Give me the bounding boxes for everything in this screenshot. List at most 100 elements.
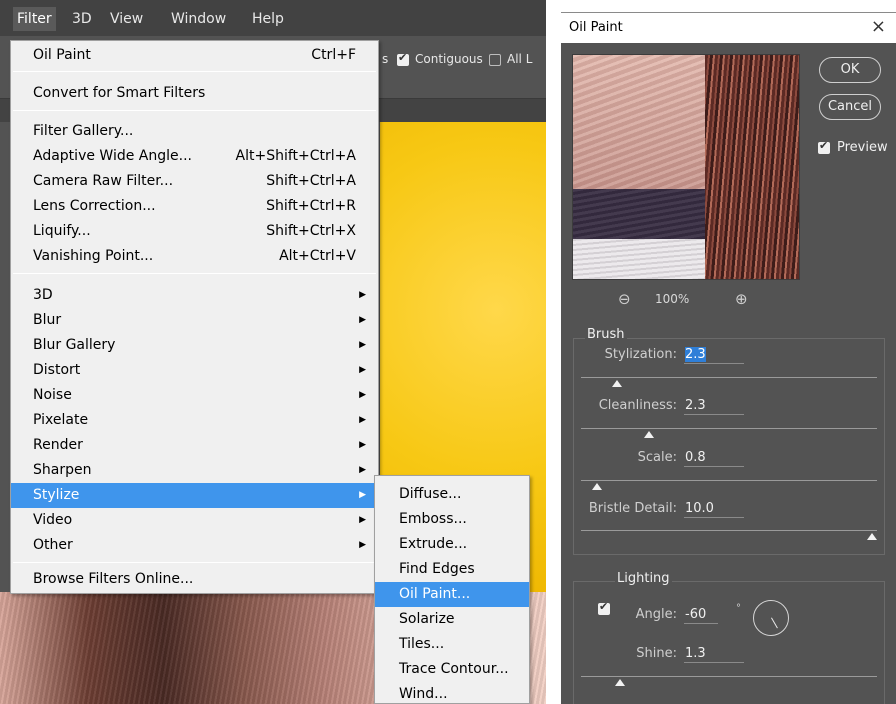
bristle-detail-field[interactable]: 10.0 (684, 501, 744, 518)
menu-item-render[interactable]: Render ▶ (11, 433, 378, 458)
menu-item-label: Blur (33, 312, 62, 328)
preview-checkbox[interactable] (818, 139, 830, 154)
submenu-item-label: Diffuse... (399, 486, 462, 502)
menu-item-convert-smart-filters[interactable]: Convert for Smart Filters (11, 81, 378, 106)
preview-shirt-region (573, 189, 723, 239)
menu-item-sharpen[interactable]: Sharpen ▶ (11, 458, 378, 483)
stylization-field[interactable]: 2.3 (684, 347, 744, 364)
menu-item-video[interactable]: Video ▶ (11, 508, 378, 533)
menu-item-lens-correction[interactable]: Lens Correction... Shift+Ctrl+R (11, 194, 378, 219)
menu-item-blur[interactable]: Blur ▶ (11, 308, 378, 333)
cleanliness-slider-track[interactable] (581, 428, 877, 429)
submenu-arrow-icon: ▶ (359, 290, 366, 300)
cleanliness-slider-thumb[interactable] (643, 431, 654, 438)
menu-item-label: Sharpen (33, 462, 92, 478)
submenu-item-emboss[interactable]: Emboss... (375, 507, 529, 532)
menu-separator (13, 273, 376, 274)
angle-dial[interactable] (753, 600, 789, 636)
menu-item-label: Camera Raw Filter... (33, 173, 174, 189)
stylization-slider-track[interactable] (581, 377, 877, 378)
submenu-item-find-edges[interactable]: Find Edges (375, 557, 529, 582)
filter-menu: Oil Paint Ctrl+F Convert for Smart Filte… (10, 40, 379, 594)
menu-item-browse-filters-online[interactable]: Browse Filters Online... (11, 567, 378, 592)
contiguous-label: Contiguous (415, 52, 483, 66)
photoshop-window: Filter 3D View Window Help s Contiguous … (0, 0, 546, 704)
menu-bar: Filter 3D View Window Help (0, 0, 546, 36)
bristle-detail-slider-track[interactable] (581, 530, 877, 531)
menu-item-stylize[interactable]: Stylize ▶ (11, 483, 378, 508)
submenu-arrow-icon: ▶ (359, 490, 366, 500)
menu-item-pixelate[interactable]: Pixelate ▶ (11, 408, 378, 433)
stylization-slider-thumb[interactable] (612, 380, 623, 387)
preview-image[interactable] (572, 54, 800, 280)
submenu-arrow-icon: ▶ (359, 315, 366, 325)
menu-item-shortcut: Shift+Ctrl+X (266, 223, 356, 239)
submenu-item-trace-contour[interactable]: Trace Contour... (375, 657, 529, 682)
submenu-item-label: Trace Contour... (399, 661, 509, 677)
shine-slider-track[interactable] (581, 676, 877, 677)
bristle-detail-slider-thumb[interactable] (867, 533, 877, 540)
shine-label: Shine: (636, 646, 677, 661)
preview-wall-region (573, 55, 713, 189)
contiguous-checkbox[interactable] (397, 51, 409, 66)
all-layers-checkbox[interactable] (489, 54, 501, 66)
shine-field[interactable]: 1.3 (684, 646, 744, 663)
stylization-label: Stylization: (604, 347, 677, 362)
menu-item-distort[interactable]: Distort ▶ (11, 358, 378, 383)
menu-item-noise[interactable]: Noise ▶ (11, 383, 378, 408)
menu-filter[interactable]: Filter (13, 7, 56, 31)
submenu-item-extrude[interactable]: Extrude... (375, 532, 529, 557)
menu-item-label: Noise (33, 387, 72, 403)
menu-item-adaptive-wide-angle[interactable]: Adaptive Wide Angle... Alt+Shift+Ctrl+A (11, 144, 378, 169)
menu-item-camera-raw[interactable]: Camera Raw Filter... Shift+Ctrl+A (11, 169, 378, 194)
shine-slider-thumb[interactable] (615, 679, 626, 686)
cleanliness-field[interactable]: 2.3 (684, 398, 744, 415)
submenu-item-label: Wind... (399, 686, 448, 702)
menu-item-shortcut: Alt+Shift+Ctrl+A (235, 148, 356, 164)
submenu-item-solarize[interactable]: Solarize (375, 607, 529, 632)
scale-slider-track[interactable] (581, 480, 877, 481)
menu-view[interactable]: View (106, 7, 147, 31)
close-icon[interactable]: × (871, 16, 886, 37)
submenu-arrow-icon: ▶ (359, 390, 366, 400)
submenu-item-wind[interactable]: Wind... (375, 682, 529, 704)
menu-item-vanishing-point[interactable]: Vanishing Point... Alt+Ctrl+V (11, 244, 378, 269)
menu-item-label: Pixelate (33, 412, 89, 428)
ok-button[interactable]: OK (819, 57, 881, 83)
menu-item-shortcut: Alt+Ctrl+V (279, 248, 356, 264)
dialog-title-bar: Oil Paint × (561, 13, 896, 43)
menu-window[interactable]: Window (167, 7, 230, 31)
zoom-in-icon[interactable]: ⊕ (735, 290, 748, 308)
scale-slider-thumb[interactable] (592, 483, 603, 490)
degree-symbol: ° (736, 603, 741, 614)
stylize-submenu: Diffuse... Emboss... Extrude... Find Edg… (374, 475, 530, 704)
menu-item-oil-paint-last[interactable]: Oil Paint Ctrl+F (11, 43, 378, 68)
menu-item-shortcut: Shift+Ctrl+R (266, 198, 356, 214)
submenu-item-oil-paint[interactable]: Oil Paint... (375, 582, 529, 607)
menu-item-label: Video (33, 512, 73, 528)
cancel-button[interactable]: Cancel (819, 94, 881, 120)
cleanliness-label: Cleanliness: (598, 398, 677, 413)
menu-3d[interactable]: 3D (68, 7, 96, 31)
menu-item-label: Vanishing Point... (33, 248, 154, 264)
angle-field[interactable]: -60 (684, 607, 718, 624)
menu-item-3d[interactable]: 3D ▶ (11, 283, 378, 308)
menu-item-label: Stylize (33, 487, 80, 503)
scale-field[interactable]: 0.8 (684, 450, 744, 467)
brush-group (573, 338, 885, 555)
menu-item-liquify[interactable]: Liquify... Shift+Ctrl+X (11, 219, 378, 244)
menu-item-blur-gallery[interactable]: Blur Gallery ▶ (11, 333, 378, 358)
submenu-arrow-icon: ▶ (359, 440, 366, 450)
menu-item-label: Oil Paint (33, 47, 91, 63)
submenu-item-tiles[interactable]: Tiles... (375, 632, 529, 657)
angle-label: Angle: (635, 607, 677, 622)
submenu-item-diffuse[interactable]: Diffuse... (375, 482, 529, 507)
menu-item-other[interactable]: Other ▶ (11, 533, 378, 558)
menu-item-filter-gallery[interactable]: Filter Gallery... (11, 119, 378, 144)
submenu-item-label: Find Edges (399, 561, 475, 577)
zoom-out-icon[interactable]: ⊖ (618, 290, 631, 308)
dialog-title: Oil Paint (569, 20, 623, 35)
menu-item-label: Filter Gallery... (33, 123, 134, 139)
menu-item-label: Lens Correction... (33, 198, 156, 214)
menu-help[interactable]: Help (248, 7, 288, 31)
